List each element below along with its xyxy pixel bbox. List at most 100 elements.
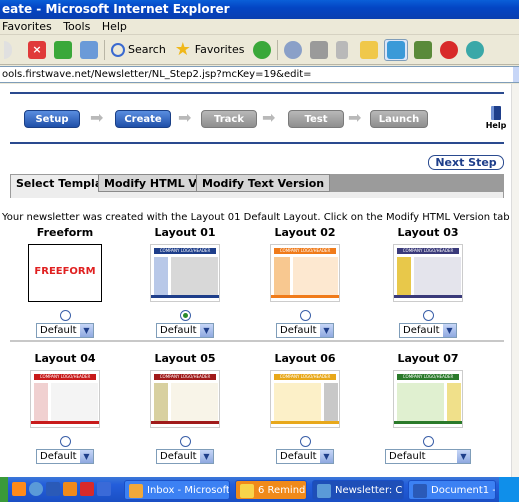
ie-icon <box>317 484 331 498</box>
layout-thumbnail[interactable]: COMPANY LOGO/HEADER GRAPHIC <box>393 370 463 428</box>
thumb-sidebar <box>154 383 168 423</box>
system-tray[interactable] <box>499 477 519 502</box>
layout-thumbnail[interactable]: COMPANY LOGO/HEADER GRAPHIC <box>150 370 220 428</box>
layout-thumbnail[interactable]: COMPANY LOGO/HEADER GRAPHIC <box>150 244 220 302</box>
task-document[interactable]: Document1 - Micr... <box>408 480 496 500</box>
next-step-button[interactable]: Next Step <box>428 155 504 170</box>
search-button[interactable]: Search <box>109 39 168 61</box>
layout-style-select[interactable]: Default ▼ <box>276 323 334 338</box>
chevron-down-icon: ▼ <box>320 324 333 337</box>
select-value: Default <box>389 451 426 462</box>
layout-radio[interactable] <box>422 436 434 447</box>
select-value: Default <box>403 325 440 336</box>
freeform-thumbnail[interactable]: FREEFORM <box>28 244 102 302</box>
layout-thumbnail[interactable]: COMPANY LOGO/HEADER GRAPHIC <box>270 244 340 302</box>
chevron-down-icon: ▼ <box>80 450 93 463</box>
layout-radio[interactable] <box>179 310 191 321</box>
menu-tools[interactable]: Tools <box>63 20 90 33</box>
task-newsletter[interactable]: Newsletter: Creat... <box>312 480 404 500</box>
layout-style-select[interactable]: Default ▼ <box>36 449 94 464</box>
layout-style-select[interactable]: Default ▼ <box>36 323 94 338</box>
layout-style-select[interactable]: Default ▼ <box>399 323 457 338</box>
address-url: ools.firstwave.net/Newsletter/NL_Step2.j… <box>2 69 312 80</box>
step-test[interactable]: Test <box>288 110 344 128</box>
menu-favorites[interactable]: Favorites <box>2 20 52 33</box>
layout-name: Layout 02 <box>274 226 336 239</box>
search-label: Search <box>128 43 166 56</box>
step-setup[interactable]: Setup <box>24 110 80 128</box>
step-track-label: Track <box>214 114 244 125</box>
address-bar[interactable]: ools.firstwave.net/Newsletter/NL_Step2.j… <box>0 66 519 83</box>
layout-style-select[interactable]: Default ▼ <box>156 449 214 464</box>
favorites-label: Favorites <box>194 43 245 56</box>
select-value: Default <box>40 325 77 336</box>
layout-freeform: Freeform FREEFORM Default ▼ <box>5 226 125 338</box>
layout-style-select[interactable]: Default ▼ <box>385 449 471 464</box>
thumb-body <box>274 383 321 423</box>
menu-help[interactable]: Help <box>102 20 127 33</box>
back-button[interactable] <box>2 39 22 61</box>
layout-radio[interactable] <box>299 310 311 321</box>
desktop-icon[interactable] <box>12 482 26 496</box>
chevron-down-icon: ▼ <box>200 324 213 337</box>
stop-button[interactable]: × <box>26 39 48 61</box>
layout-01: Layout 01 COMPANY LOGO/HEADER GRAPHIC De… <box>125 226 245 338</box>
refresh-button[interactable] <box>52 39 74 61</box>
task-label: Document1 - Micr... <box>431 485 496 496</box>
favorites-button[interactable]: ★ Favorites <box>172 39 247 61</box>
thumb-header: COMPANY LOGO/HEADER GRAPHIC <box>274 374 336 380</box>
toolbar-divider <box>276 39 278 60</box>
discuss-button[interactable] <box>438 39 460 61</box>
layout-radio[interactable] <box>422 310 434 321</box>
folder-icon <box>359 40 378 59</box>
layout-thumbnail[interactable]: COMPANY LOGO/HEADER GRAPHIC <box>30 370 100 428</box>
layout-style-select[interactable]: Default ▼ <box>156 323 214 338</box>
layout-06: Layout 06 COMPANY LOGO/HEADER GRAPHIC De… <box>245 352 365 464</box>
select-value: Default <box>280 451 317 462</box>
outlook-icon[interactable] <box>63 482 77 496</box>
thumb-footer <box>31 421 99 424</box>
thumb-body <box>414 257 461 297</box>
layout-radio[interactable] <box>59 310 71 321</box>
layout-radio[interactable] <box>59 436 71 447</box>
thumb-header: COMPANY LOGO/HEADER GRAPHIC <box>154 248 216 254</box>
home-button[interactable] <box>78 39 100 61</box>
people-button[interactable] <box>464 39 486 61</box>
layout-radio[interactable] <box>299 436 311 447</box>
layout-thumbnail[interactable]: COMPANY LOGO/HEADER GRAPHIC <box>270 370 340 428</box>
thumb-header: COMPANY LOGO/HEADER GRAPHIC <box>397 248 459 254</box>
step-launch[interactable]: Launch <box>370 110 428 128</box>
media-button[interactable] <box>251 39 273 61</box>
stop-icon: × <box>28 40 46 59</box>
layout-radio[interactable] <box>179 436 191 447</box>
layout-05: Layout 05 COMPANY LOGO/HEADER GRAPHIC De… <box>125 352 245 464</box>
ie-icon[interactable] <box>29 482 43 496</box>
step-launch-label: Launch <box>378 114 420 125</box>
research-button[interactable] <box>412 39 434 61</box>
star-icon: ★ <box>174 38 191 60</box>
step-setup-label: Setup <box>35 114 69 125</box>
tab-modify-text[interactable]: Modify Text Version <box>196 174 331 192</box>
word-icon[interactable] <box>46 482 60 496</box>
task-reminders[interactable]: 6 Reminders <box>235 480 307 500</box>
acrobat-icon[interactable] <box>80 482 94 496</box>
vertical-scrollbar[interactable] <box>511 84 519 477</box>
help-button[interactable]: Help <box>485 106 507 130</box>
start-button[interactable] <box>0 477 8 502</box>
task-inbox[interactable]: Inbox - Microsoft ... <box>124 480 230 500</box>
arrow-right-icon: ➡ <box>262 108 276 127</box>
media-player-icon[interactable] <box>97 482 111 496</box>
folder-button[interactable] <box>358 39 380 61</box>
menu-bar: Favorites Tools Help <box>0 19 519 35</box>
chevron-down-icon: ▼ <box>320 450 333 463</box>
edit-button[interactable] <box>334 39 354 61</box>
messenger-button[interactable] <box>383 38 408 61</box>
layout-style-select[interactable]: Default ▼ <box>276 449 334 464</box>
layout-thumbnail[interactable]: COMPANY LOGO/HEADER GRAPHIC <box>393 244 463 302</box>
step-create[interactable]: Create <box>115 110 171 128</box>
step-track[interactable]: Track <box>201 110 257 128</box>
print-button[interactable] <box>308 39 330 61</box>
mail-button[interactable] <box>282 39 304 61</box>
browser-window: eate - Microsoft Internet Explorer Favor… <box>0 0 519 502</box>
status-message: Your newsletter was created with the Lay… <box>2 212 511 223</box>
